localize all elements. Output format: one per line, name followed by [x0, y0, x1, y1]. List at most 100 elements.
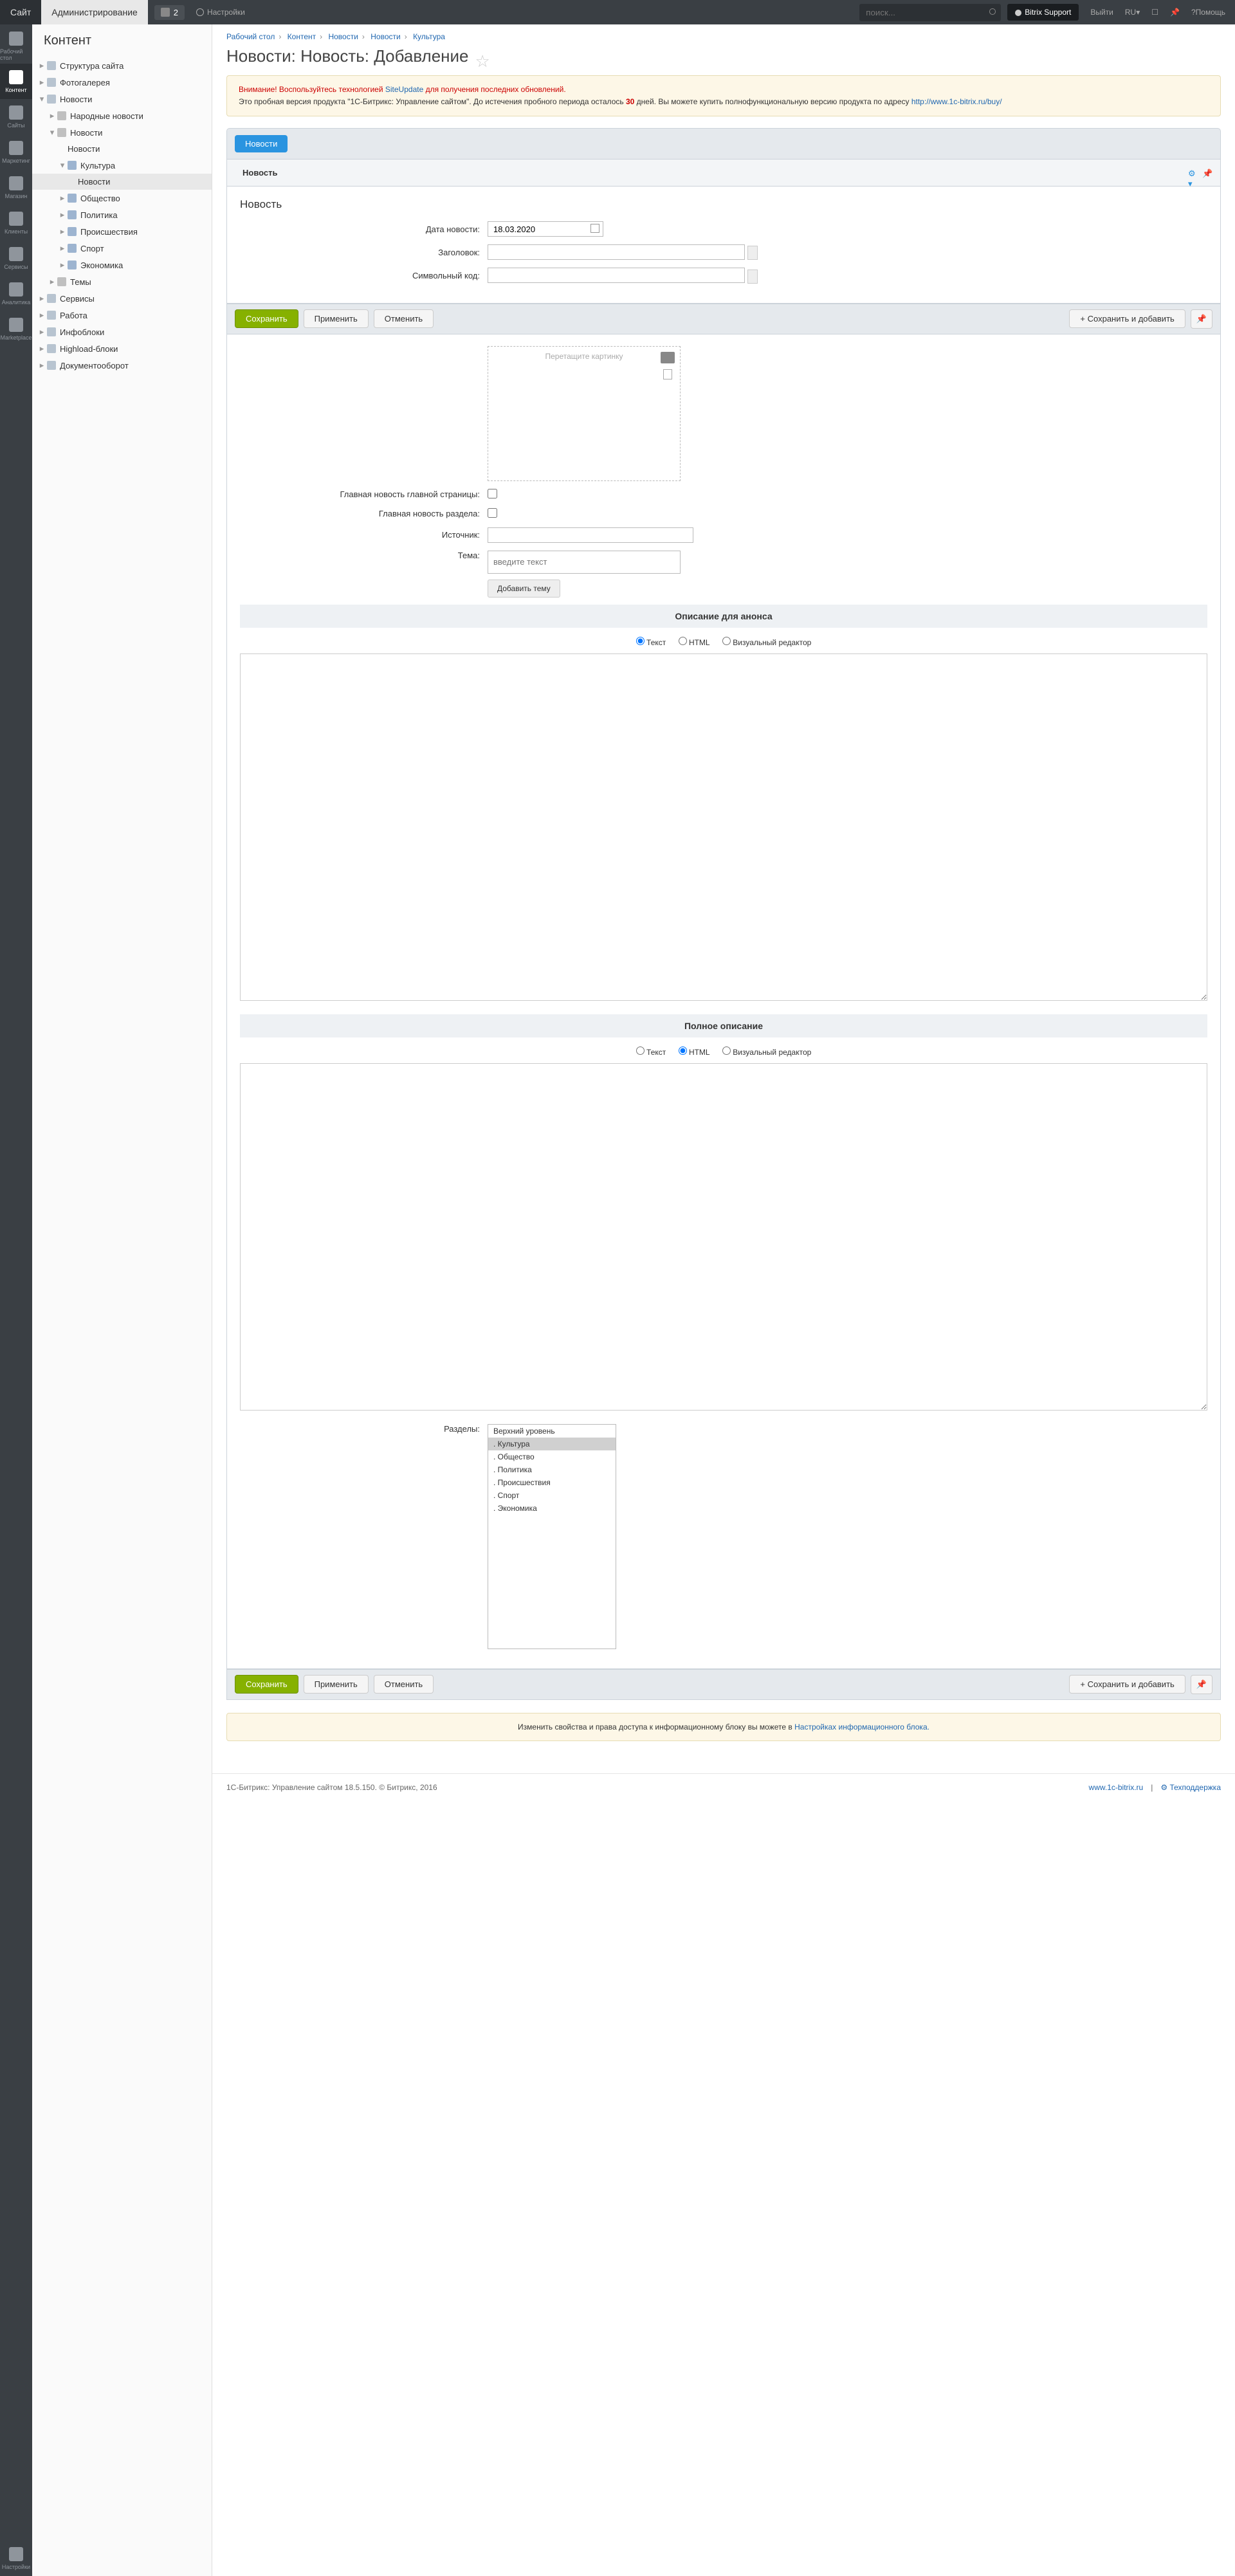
cancel-button[interactable]: Отменить: [374, 309, 434, 328]
tab-admin[interactable]: Администрирование: [41, 0, 148, 24]
settings-link[interactable]: Настройки: [196, 8, 245, 17]
radio-preview-visual[interactable]: Визуальный редактор: [722, 638, 811, 647]
section-option-politics[interactable]: . Политика: [488, 1463, 616, 1476]
footer-support-link[interactable]: ⚙ Техподдержка: [1160, 1783, 1221, 1792]
tree-themes[interactable]: ▸Темы: [32, 273, 212, 290]
calendar-icon[interactable]: [590, 224, 599, 233]
pin-button-bottom[interactable]: 📌: [1191, 1675, 1212, 1694]
tree-work[interactable]: ▸Работа: [32, 307, 212, 324]
input-date[interactable]: [488, 221, 603, 237]
notes-icon[interactable]: ☐: [1151, 8, 1158, 17]
radio-detail-html[interactable]: HTML: [679, 1048, 710, 1057]
radio-detail-text[interactable]: Текст: [636, 1048, 666, 1057]
user-button[interactable]: Bitrix Support: [1007, 4, 1079, 21]
pin-icon[interactable]: 📌: [1170, 8, 1180, 17]
buy-link[interactable]: http://www.1c-bitrix.ru/buy/: [911, 97, 1002, 106]
pin-button[interactable]: 📌: [1191, 309, 1212, 329]
section-option-culture[interactable]: . Культура: [488, 1438, 616, 1450]
tree-sport[interactable]: ▸Спорт: [32, 240, 212, 257]
iblock-settings-link[interactable]: Настройках информационного блока.: [794, 1722, 929, 1731]
tree-politics[interactable]: ▸Политика: [32, 206, 212, 223]
rail-shop[interactable]: Магазин: [0, 170, 32, 205]
rail-desktop[interactable]: Рабочий стол: [0, 28, 32, 64]
radio-preview-text[interactable]: Текст: [636, 638, 666, 647]
image-dropzone[interactable]: Перетащите картинку: [488, 346, 681, 481]
textarea-preview[interactable]: [240, 653, 1207, 1001]
tree-news-folk[interactable]: ▸Народные новости: [32, 107, 212, 124]
textarea-detail[interactable]: [240, 1063, 1207, 1411]
checkbox-mainsect[interactable]: [488, 508, 497, 518]
tab-site[interactable]: Сайт: [0, 0, 41, 24]
radio-input[interactable]: [636, 1046, 645, 1055]
tree-news-elements[interactable]: Новости: [32, 141, 212, 157]
tree-news-root[interactable]: ▾Новости: [32, 91, 212, 107]
sections-listbox[interactable]: Верхний уровень . Культура . Общество . …: [488, 1424, 616, 1649]
radio-detail-visual[interactable]: Визуальный редактор: [722, 1048, 811, 1057]
crumb-news2[interactable]: Новости: [370, 32, 400, 41]
footer-site-link[interactable]: www.1c-bitrix.ru: [1089, 1783, 1144, 1792]
save-button[interactable]: Сохранить: [235, 309, 298, 328]
subtab-item[interactable]: Новость: [236, 165, 284, 181]
save-and-add-button[interactable]: + Сохранить и добавить: [1069, 309, 1185, 328]
lang-selector[interactable]: RU ▾: [1125, 8, 1140, 17]
siteupdate-link[interactable]: SiteUpdate: [385, 85, 423, 94]
tree-culture[interactable]: ▾Культура: [32, 157, 212, 174]
rail-settings[interactable]: Настройки: [0, 2541, 32, 2576]
radio-input[interactable]: [722, 1046, 731, 1055]
search-icon[interactable]: [989, 8, 996, 15]
section-option-sport[interactable]: . Спорт: [488, 1489, 616, 1502]
checkbox-mainpage[interactable]: [488, 489, 497, 498]
crumb-news1[interactable]: Новости: [328, 32, 358, 41]
section-option-economy[interactable]: . Экономика: [488, 1502, 616, 1515]
rail-analytics[interactable]: Аналитика: [0, 276, 32, 311]
headline-tools[interactable]: [747, 246, 758, 260]
tree-news-main[interactable]: ▾Новости: [32, 124, 212, 141]
save-button-bottom[interactable]: Сохранить: [235, 1675, 298, 1694]
rail-marketplace[interactable]: Marketplace: [0, 311, 32, 347]
code-tools[interactable]: [747, 269, 758, 284]
section-option-incidents[interactable]: . Происшествия: [488, 1476, 616, 1489]
rail-sites[interactable]: Сайты: [0, 99, 32, 134]
crumb-desktop[interactable]: Рабочий стол: [226, 32, 275, 41]
radio-input[interactable]: [636, 637, 645, 645]
rail-clients[interactable]: Клиенты: [0, 205, 32, 241]
apply-button[interactable]: Применить: [304, 309, 369, 328]
radio-input[interactable]: [679, 637, 687, 645]
cancel-button-bottom[interactable]: Отменить: [374, 1675, 434, 1694]
tree-docflow[interactable]: ▸Документооборот: [32, 357, 212, 374]
tree-photo[interactable]: ▸Фотогалерея: [32, 74, 212, 91]
save-and-add-button-bottom[interactable]: + Сохранить и добавить: [1069, 1675, 1185, 1694]
radio-input[interactable]: [679, 1046, 687, 1055]
tree-structure[interactable]: ▸Структура сайта: [32, 57, 212, 74]
logout-link[interactable]: Выйти: [1090, 8, 1113, 17]
input-source[interactable]: [488, 527, 693, 543]
rail-marketing[interactable]: Маркетинг: [0, 134, 32, 170]
input-headline[interactable]: [488, 244, 745, 260]
section-option-top[interactable]: Верхний уровень: [488, 1425, 616, 1438]
input-theme[interactable]: [488, 551, 681, 574]
image-icon[interactable]: [661, 352, 675, 363]
file-icon[interactable]: [663, 369, 672, 379]
notifications[interactable]: 2: [154, 5, 185, 20]
tree-culture-news[interactable]: Новости: [32, 174, 212, 190]
search-input[interactable]: [859, 4, 1001, 21]
favorite-star-icon[interactable]: ☆: [475, 51, 486, 62]
crumb-culture[interactable]: Культура: [413, 32, 445, 41]
help-link[interactable]: ? Помощь: [1191, 8, 1225, 17]
input-code[interactable]: [488, 268, 745, 283]
apply-button-bottom[interactable]: Применить: [304, 1675, 369, 1694]
tree-society[interactable]: ▸Общество: [32, 190, 212, 206]
tree-services[interactable]: ▸Сервисы: [32, 290, 212, 307]
rail-services[interactable]: Сервисы: [0, 241, 32, 276]
rail-content[interactable]: Контент: [0, 64, 32, 99]
crumb-content[interactable]: Контент: [288, 32, 316, 41]
tree-iblocks[interactable]: ▸Инфоблоки: [32, 324, 212, 340]
tree-economy[interactable]: ▸Экономика: [32, 257, 212, 273]
radio-preview-html[interactable]: HTML: [679, 638, 710, 647]
section-option-society[interactable]: . Общество: [488, 1450, 616, 1463]
pin-icon[interactable]: 📌: [1202, 169, 1211, 178]
tree-incidents[interactable]: ▸Происшествия: [32, 223, 212, 240]
radio-input[interactable]: [722, 637, 731, 645]
tab-news[interactable]: Новости: [235, 135, 288, 152]
settings-gear-icon[interactable]: ⚙ ▾: [1188, 169, 1197, 178]
